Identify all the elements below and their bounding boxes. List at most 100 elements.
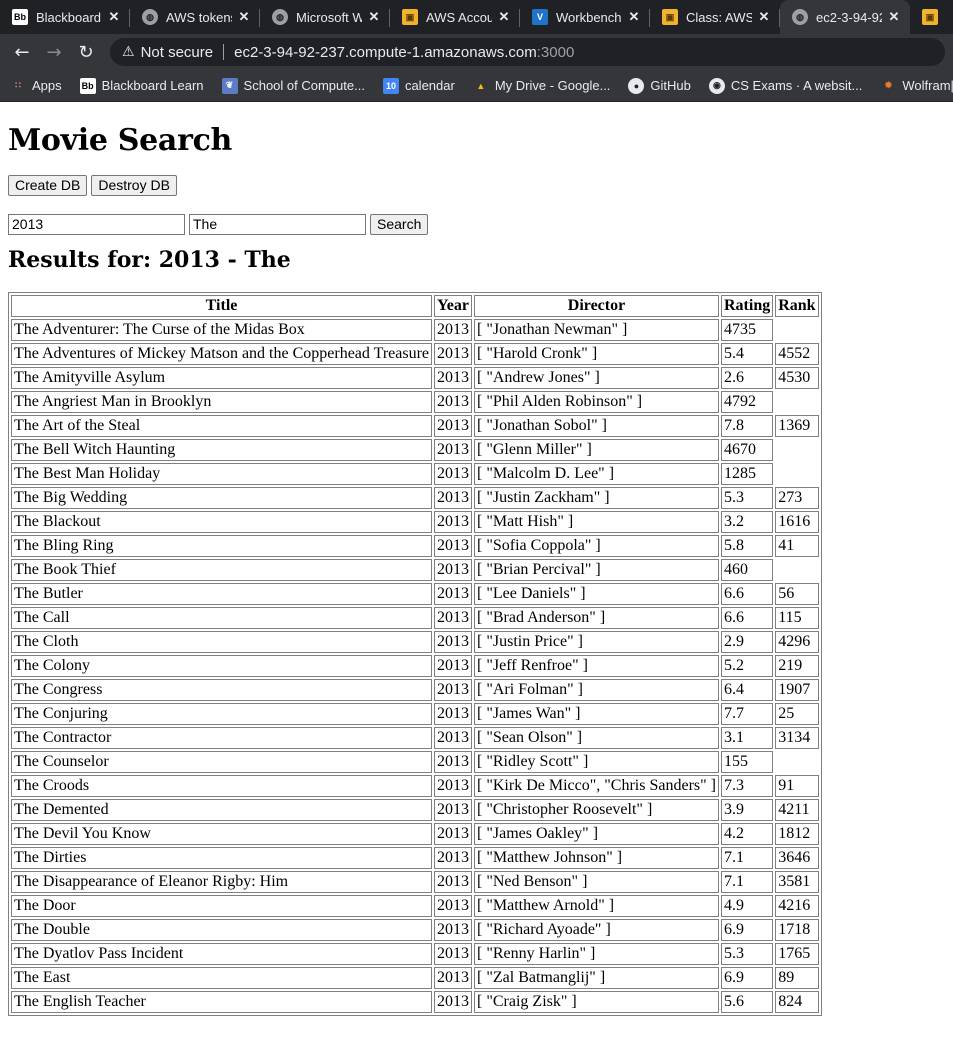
back-arrow-icon[interactable]: ← [8,38,36,66]
cell-year: 2013 [434,439,473,461]
bookmark-item[interactable]: ● GitHub [628,77,691,94]
cell-rank: 4216 [775,895,819,917]
table-row: The Art of the Steal 2013[ "Jonathan Sobo… [11,415,819,437]
destroy-db-button[interactable]: Destroy DB [91,175,177,196]
table-row: The English Teacher 2013[ "Craig Zisk" ] 5… [11,991,819,1013]
cell-rating: 7.7 [720,703,774,725]
year-input[interactable]: 2013 [8,214,185,235]
close-icon[interactable]: ✕ [886,9,902,25]
tab[interactable]: ▣ Class: AWS.S✕ [650,0,780,34]
cell-title: The Colony [11,655,433,677]
bookmark-label: School of Compute... [243,78,365,93]
cell-year: 2013 [434,751,473,773]
cs-exams-icon: ◉ [708,77,725,94]
globe-icon: ◍ [142,9,158,25]
bookmark-label: Wolfram|Alpha: Co [902,78,953,93]
bookmark-item[interactable]: ∷ Apps [10,78,62,94]
cell-rating: 460 [720,559,774,581]
browser-toolbar: ← → ↻ ⚠ Not secure ec2-3-94-92-237.compu… [0,34,953,70]
cell-director: [ "Craig Zisk" ] [474,991,719,1013]
tab-label: Workbench [556,9,622,25]
cell-year: 2013 [434,559,473,581]
table-row: The Contractor 2013[ "Sean Olson" ] 3.1 313… [11,727,819,749]
tab[interactable]: ▣ AWS Account✕ [390,0,520,34]
security-label[interactable]: Not secure [141,44,214,61]
close-icon[interactable]: ✕ [366,9,382,25]
cell-year: 2013 [434,631,473,653]
url-port[interactable]: :3000 [537,44,575,61]
bookmark-item[interactable]: ❦ School of Compute... [221,77,365,94]
search-button[interactable]: Search [370,214,429,235]
table-row: The Colony 2013[ "Jeff Renfroe" ] 5.2 219 [11,655,819,677]
blackboard-icon: Bb [79,77,96,94]
tab[interactable]: ◍ Microsoft Wor✕ [260,0,390,34]
tab[interactable]: Bb Blackboard Co✕ [0,0,130,34]
tab[interactable]: ▣ [910,0,953,34]
tab-label: Blackboard Co [36,9,102,25]
close-icon[interactable]: ✕ [626,9,642,25]
address-bar[interactable]: ⚠ Not secure ec2-3-94-92-237.compute-1.a… [110,38,945,66]
cell-rating: 3.2 [720,511,774,533]
warning-triangle-icon[interactable]: ⚠ [122,44,135,60]
cell-year: 2013 [434,391,473,413]
tab-active[interactable]: ◍ ec2-3-94-92 ✕ [780,0,910,34]
cell-rating: 6.4 [720,679,774,701]
tab[interactable]: V Workbench ✕ [520,0,650,34]
cell-rank: 91 [775,775,819,797]
cell-rating: 6.6 [720,607,774,629]
cell-director: [ "Glenn Miller" ] [474,439,719,461]
cell-director: [ "Phil Alden Robinson" ] [474,391,719,413]
bookmark-item[interactable]: ◉ CS Exams · A websit... [708,77,862,94]
url-host[interactable]: ec2-3-94-92-237.compute-1.amazonaws.com [234,44,537,61]
cell-rating: 155 [720,751,774,773]
cell-year: 2013 [434,511,473,533]
cell-rating: 2.9 [720,631,774,653]
forward-arrow-icon[interactable]: → [40,38,68,66]
cell-year: 2013 [434,943,473,965]
cell-title: The Call [11,607,433,629]
cell-year: 2013 [434,871,473,893]
reload-icon[interactable]: ↻ [72,38,100,66]
bookmark-item[interactable]: ▲ My Drive - Google... [473,78,610,94]
cell-rating: 5.8 [720,535,774,557]
cell-director: [ "Sofia Coppola" ] [474,535,719,557]
bookmark-item[interactable]: ✹ Wolfram|Alpha: Co [880,78,953,94]
table-row: The Congress 2013[ "Ari Folman" ] 6.4 1907 [11,679,819,701]
cell-rating: 7.1 [720,871,774,893]
close-icon[interactable]: ✕ [106,9,122,25]
cell-year: 2013 [434,655,473,677]
cell-rating: 5.3 [720,943,774,965]
tab-strip: BbBlackboard Co✕◍AWS tokens✕◍Microsoft W… [0,0,953,34]
close-icon[interactable]: ✕ [496,9,512,25]
cell-title: The Disappearance of Eleanor Rigby: Him [11,871,433,893]
cell-title: The Butler [11,583,433,605]
bookmark-label: calendar [404,78,455,93]
cell-title: The Devil You Know [11,823,433,845]
cell-title: The Contractor [11,727,433,749]
tab-label: Microsoft Wor [296,9,362,25]
cell-rank: 1718 [775,919,819,941]
cell-rank: 1369 [775,415,819,437]
cell-director: [ "James Oakley" ] [474,823,719,845]
close-icon[interactable]: ✕ [756,9,772,25]
column-header-director: Director [474,295,719,317]
cell-director: [ "Sean Olson" ] [474,727,719,749]
cell-title: The Conjuring [11,703,433,725]
results-table: Title Year Director Rating Rank The Adventur… [8,292,822,1016]
bookmark-item[interactable]: Bb Blackboard Learn [79,77,204,94]
tab[interactable]: ◍ AWS tokens ✕ [130,0,260,34]
bookmark-item[interactable]: 10 calendar [382,77,455,94]
close-icon[interactable]: ✕ [236,9,252,25]
cell-director: [ "Renny Harlin" ] [474,943,719,965]
table-row: The Blackout 2013[ "Matt Hish" ] 3.2 1616 [11,511,819,533]
page-content: Movie Search Create DB Destroy DB 2013 T… [0,123,953,1016]
title-input[interactable]: The [189,214,366,235]
cell-year: 2013 [434,895,473,917]
cell-title: The Blackout [11,511,433,533]
cell-director: [ "James Wan" ] [474,703,719,725]
create-db-button[interactable]: Create DB [8,175,88,196]
cell-rank: 89 [775,967,819,989]
cell-year: 2013 [434,967,473,989]
cell-rank: 4211 [775,799,819,821]
calendar-icon: 10 [382,77,399,94]
